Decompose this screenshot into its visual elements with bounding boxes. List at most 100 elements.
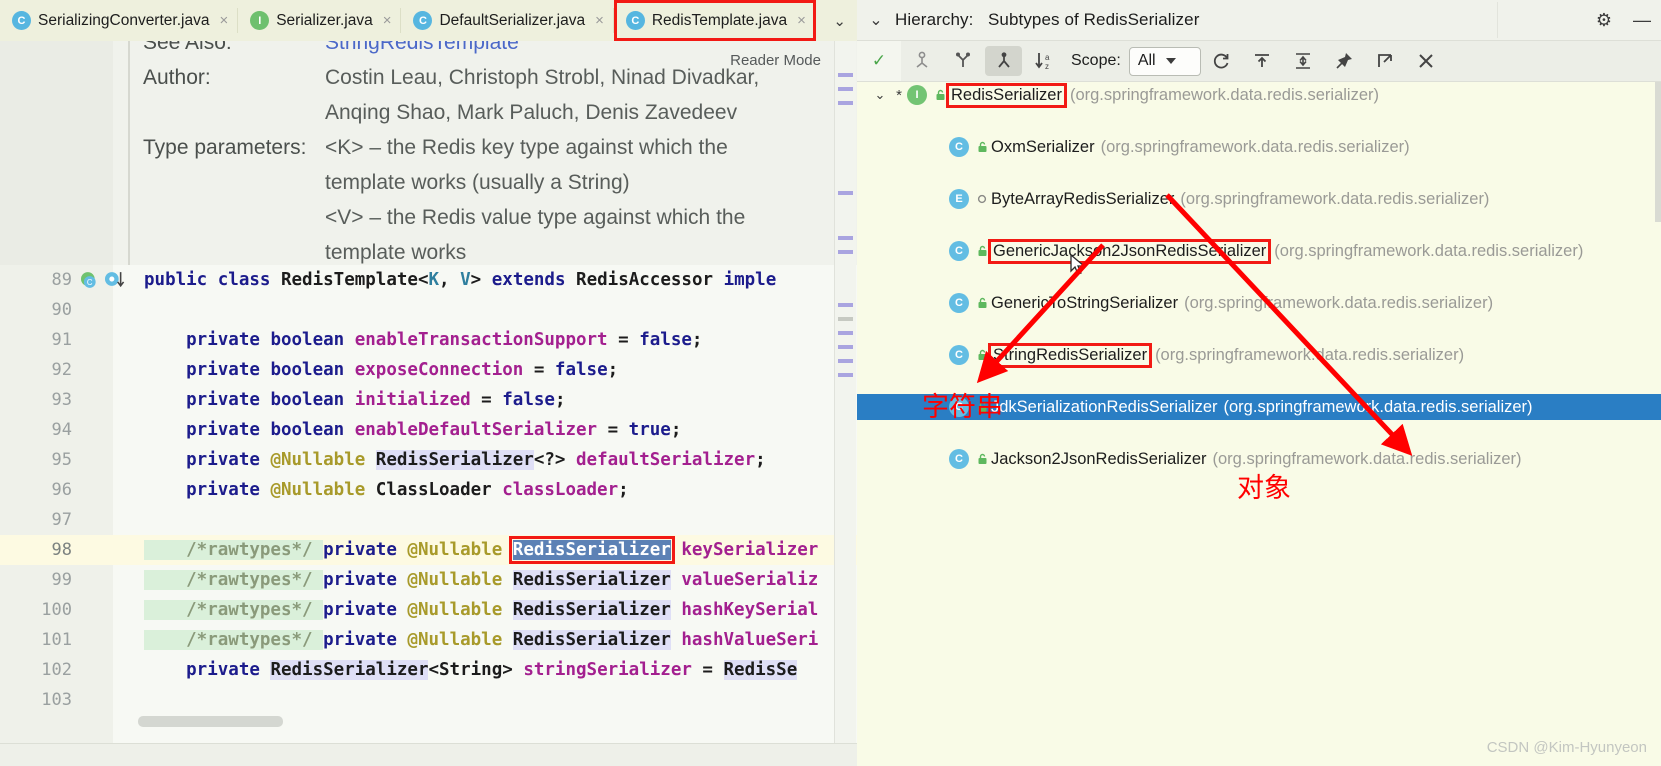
svg-text:C: C <box>87 278 93 287</box>
gutter-icons[interactable]: C <box>80 270 127 290</box>
marker-stripe <box>838 73 853 77</box>
editor-tab-1[interactable]: C SerializingConverter.java × <box>0 0 239 41</box>
subtypes-hierarchy-button[interactable] <box>985 46 1022 76</box>
hierarchy-tree-row[interactable]: E ByteArrayRedisSerializer (org.springfram… <box>857 186 1661 212</box>
code-line[interactable]: 93 private boolean initialized = false; <box>0 385 857 415</box>
code-token: false <box>639 330 692 350</box>
code-line[interactable]: 98 /*rawtypes*/ private @Nullable RedisS… <box>0 535 857 565</box>
close-icon[interactable]: × <box>219 12 228 29</box>
hierarchy-package-name: (org.springframework.data.redis.serializ… <box>1184 293 1494 312</box>
inspection-ok-icon[interactable]: ✓ <box>857 41 901 81</box>
scope-dropdown[interactable]: All <box>1128 46 1201 76</box>
open-in-editor-icon[interactable] <box>1367 46 1404 76</box>
line-number: 91 <box>51 330 72 350</box>
reader-mode-label[interactable]: Reader Mode <box>730 52 821 69</box>
code-token: ClassLoader <box>375 480 503 500</box>
editor-pane: C SerializingConverter.java × I Serializer.j… <box>0 0 857 766</box>
type-hierarchy-button[interactable] <box>903 46 940 76</box>
code-line[interactable]: 94 private boolean enableDefaultSerializ… <box>0 415 857 445</box>
chevron-down-icon[interactable]: ⌄ <box>857 10 895 30</box>
code-token: < <box>417 270 429 290</box>
highlighted-type-name: GenericJackson2JsonRedisSerializer <box>987 238 1272 264</box>
editor-tab-4[interactable]: C RedisTemplate.java × <box>613 0 816 41</box>
code-line[interactable]: 97 <box>0 505 857 535</box>
collapse-all-icon[interactable] <box>1285 46 1322 76</box>
hierarchy-type-name: OxmSerializer <box>991 137 1095 156</box>
code-token: enableDefaultSerializer <box>354 420 598 440</box>
hierarchy-tree-row[interactable]: ⌄ * I RedisSerializer (org.springframework.d… <box>857 82 1661 108</box>
expand-all-icon[interactable] <box>1244 46 1281 76</box>
editor-marker-bar[interactable] <box>834 41 856 743</box>
code-line[interactable]: 102 private RedisSerializer<String> stri… <box>0 655 857 685</box>
root-marker: * <box>896 86 902 104</box>
code-line[interactable]: 100 /*rawtypes*/ private @Nullable Redis… <box>0 595 857 625</box>
code-token: exposeConnection <box>354 360 524 380</box>
editor-horizontal-scrollbar[interactable] <box>138 716 283 727</box>
chevron-down-icon[interactable]: ⌄ <box>869 87 891 103</box>
ide-window: C SerializingConverter.java × I Serializer.j… <box>0 0 1661 766</box>
refresh-icon[interactable] <box>1203 46 1240 76</box>
sort-alphabetically-button[interactable]: a z <box>1026 46 1063 76</box>
package-visibility-icon <box>973 297 991 310</box>
code-line[interactable]: 95 private @Nullable RedisSerializer<?> … <box>0 445 857 475</box>
code-line[interactable]: 103 <box>0 685 857 715</box>
code-token: /*rawtypes*/ <box>144 540 324 560</box>
code-line[interactable]: 99 /*rawtypes*/ private @Nullable RedisS… <box>0 565 857 595</box>
watermark: CSDN @Kim-Hyunyeon <box>1486 739 1647 756</box>
code-line-text: private boolean enableDefaultSerializer … <box>127 420 681 440</box>
code-line-text: private boolean enableTransactionSupport… <box>127 330 702 350</box>
code-token: ; <box>554 390 566 410</box>
code-token: RedisSe <box>723 660 798 680</box>
close-icon[interactable]: × <box>797 12 806 29</box>
code-token: = <box>691 660 724 680</box>
code-token: RedisSerializer <box>512 570 671 590</box>
editor-tab-2[interactable]: I Serializer.java × <box>238 0 402 41</box>
gear-icon[interactable]: ⚙ <box>1585 10 1623 31</box>
code-token: ; <box>618 480 629 500</box>
class-marker-icon: C <box>80 272 96 288</box>
hierarchy-tree-row[interactable]: C StringRedisSerializer (org.springframewo… <box>857 342 1661 368</box>
hierarchy-title-prefix: Hierarchy: <box>895 10 974 29</box>
code-line[interactable]: 101 /*rawtypes*/ private @Nullable Redis… <box>0 625 857 655</box>
close-icon[interactable] <box>1408 46 1445 76</box>
editor-tab-label: DefaultSerializer.java <box>439 11 586 29</box>
hierarchy-package-name: (org.springframework.data.redis.serializ… <box>1100 137 1410 156</box>
code-token: @Nullable <box>407 600 513 620</box>
hierarchy-tree-row[interactable]: C GenericToStringSerializer (org.springfra… <box>857 290 1661 316</box>
hierarchy-type-name: Jackson2JsonRedisSerializer <box>991 449 1207 468</box>
pin-icon[interactable] <box>1326 46 1363 76</box>
hierarchy-tree[interactable]: ⌄ * I RedisSerializer (org.springframework.d… <box>857 82 1661 766</box>
line-number: 95 <box>51 450 72 470</box>
marker-stripe <box>838 317 853 321</box>
editor-tab-3[interactable]: C DefaultSerializer.java × <box>401 0 614 41</box>
class-icon: C <box>949 293 969 313</box>
line-number: 99 <box>51 570 72 590</box>
code-line-text: public class RedisTemplate<K, V> extends… <box>127 270 776 290</box>
minimize-icon[interactable]: — <box>1623 10 1661 31</box>
code-token: private <box>323 630 408 650</box>
marker-stripe <box>838 359 853 363</box>
supertypes-hierarchy-button[interactable] <box>944 46 981 76</box>
code-token: RedisSerializer <box>512 630 671 650</box>
highlighted-type-name: StringRedisSerializer <box>987 342 1153 368</box>
close-icon[interactable]: × <box>595 12 604 29</box>
tab-overflow-chevron[interactable]: ⌄ <box>825 0 854 41</box>
code-line[interactable]: 89 Cpublic class RedisTemplate<K, V> exte… <box>0 265 857 295</box>
hierarchy-tree-row[interactable]: C GenericJackson2JsonRedisSerializer (org.… <box>857 238 1661 264</box>
code-line[interactable]: 90 <box>0 295 857 325</box>
close-icon[interactable]: × <box>383 12 392 29</box>
code-token: extends <box>491 270 577 290</box>
hierarchy-type-name: GenericToStringSerializer <box>991 293 1179 312</box>
code-line[interactable]: 92 private boolean exposeConnection = fa… <box>0 355 857 385</box>
line-number: 89 <box>51 270 72 290</box>
hierarchy-tree-row[interactable]: C OxmSerializer (org.springframework.data.… <box>857 134 1661 160</box>
code-editor-region[interactable]: 89 Cpublic class RedisTemplate<K, V> exte… <box>0 265 857 743</box>
line-number: 97 <box>51 510 72 530</box>
code-line[interactable]: 96 private @Nullable ClassLoader classLo… <box>0 475 857 505</box>
javadoc-typeparams-line-4: template works <box>325 241 467 264</box>
code-token: boolean <box>270 360 355 380</box>
code-token: = <box>470 390 503 410</box>
code-line[interactable]: 91 private boolean enableTransactionSupp… <box>0 325 857 355</box>
marker-stripe <box>838 101 853 105</box>
hierarchy-vertical-scrollbar[interactable] <box>1655 82 1661 222</box>
